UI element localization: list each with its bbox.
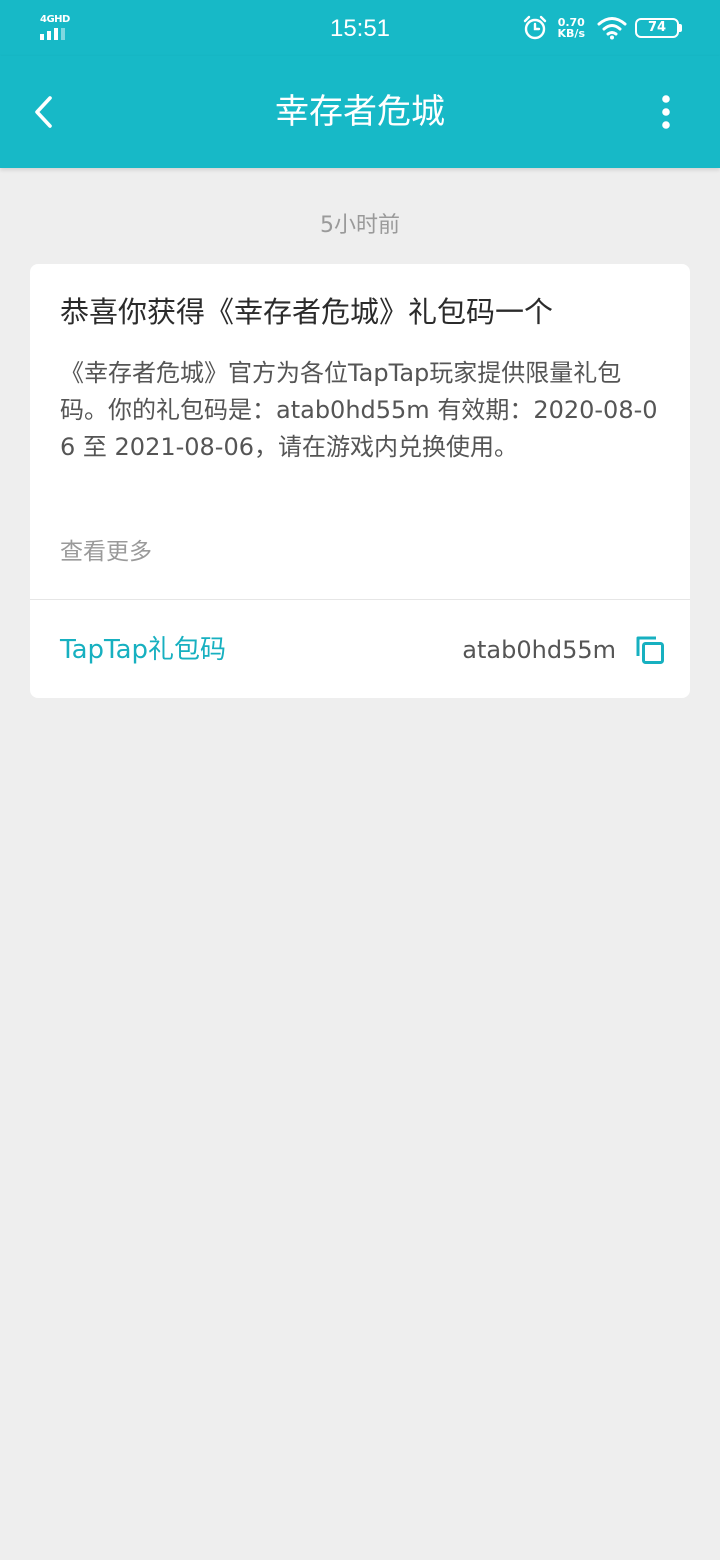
more-options-button[interactable]	[636, 82, 696, 142]
back-button[interactable]	[14, 82, 74, 142]
wifi-icon	[597, 17, 627, 40]
gift-code-value: atab0hd55m	[462, 636, 616, 664]
network-speed: 0.70 KB/s	[558, 17, 585, 39]
view-more-link[interactable]: 查看更多	[60, 532, 152, 572]
alarm-icon	[523, 15, 546, 40]
message-card: 恭喜你获得《幸存者危城》礼包码一个 《幸存者危城》官方为各位TapTap玩家提供…	[30, 264, 690, 698]
message-title: 恭喜你获得《幸存者危城》礼包码一个	[60, 295, 554, 329]
battery-tip	[679, 24, 682, 32]
divider	[30, 599, 690, 600]
status-icons: 0.70 KB/s 74	[522, 14, 682, 42]
status-bar: 4GHD 15:51 0.70 KB/s 74	[0, 0, 720, 56]
network-speed-unit: KB/s	[557, 27, 585, 40]
copy-icon	[636, 636, 664, 664]
battery-icon: 74	[635, 18, 679, 38]
chevron-left-icon	[35, 96, 52, 128]
gift-code-label: TapTap礼包码	[60, 635, 227, 665]
more-vertical-icon	[662, 95, 670, 129]
page-title: 幸存者危城	[275, 92, 445, 132]
copy-code-button[interactable]	[632, 632, 668, 668]
app-bar: 幸存者危城	[0, 56, 720, 168]
message-timestamp: 5小时前	[320, 213, 400, 238]
message-body: 《幸存者危城》官方为各位TapTap玩家提供限量礼包码。你的礼包码是：atab0…	[60, 359, 658, 461]
